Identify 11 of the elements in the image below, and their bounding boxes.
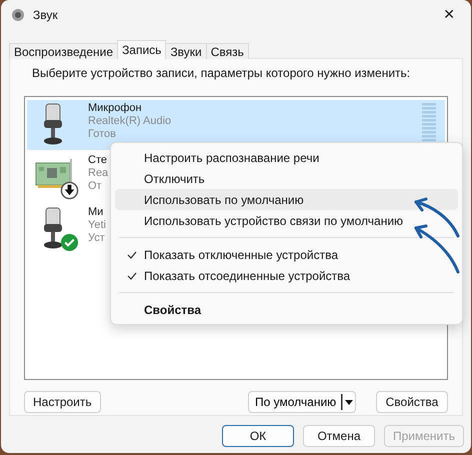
device-name: Ми <box>88 206 104 219</box>
device-name: Сте <box>88 154 107 167</box>
device-status: Готов <box>88 128 116 141</box>
window-title: Звук <box>33 8 59 22</box>
device-driver: Realtek(R) Audio <box>88 115 172 128</box>
device-name: Микрофон <box>88 102 142 115</box>
device-driver: Yeti <box>88 219 106 232</box>
device-status: Уст <box>88 232 105 245</box>
device-status: От <box>88 180 102 193</box>
device-driver: Rea <box>88 167 108 180</box>
instruction-text: Выберите устройство записи, параметры которого нужно изменить: <box>32 66 412 80</box>
